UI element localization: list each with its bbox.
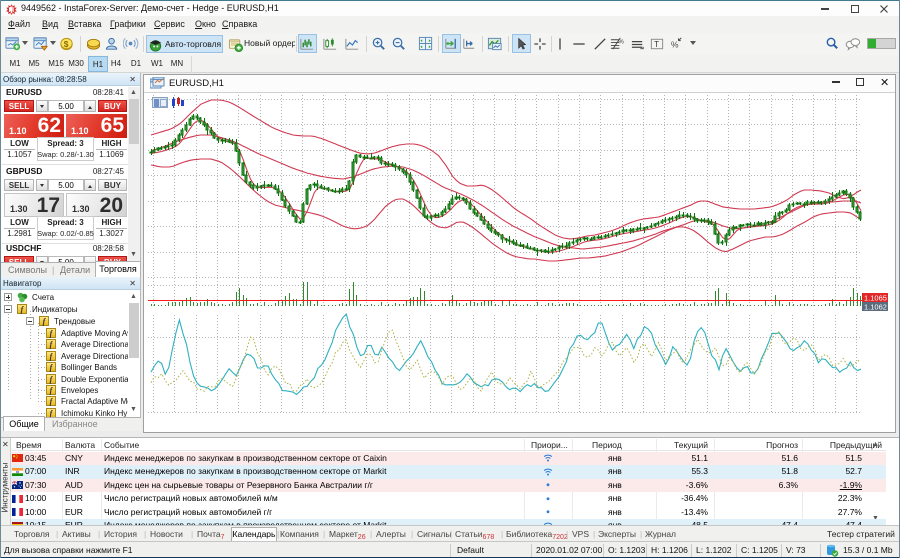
svg-text:%: % xyxy=(618,39,624,46)
svg-text:$: $ xyxy=(64,39,69,49)
svg-text:1.1065: 1.1065 xyxy=(864,294,887,303)
svg-text:%: % xyxy=(671,39,679,49)
svg-text:1.1062: 1.1062 xyxy=(864,303,887,312)
svg-text:T: T xyxy=(654,40,659,49)
